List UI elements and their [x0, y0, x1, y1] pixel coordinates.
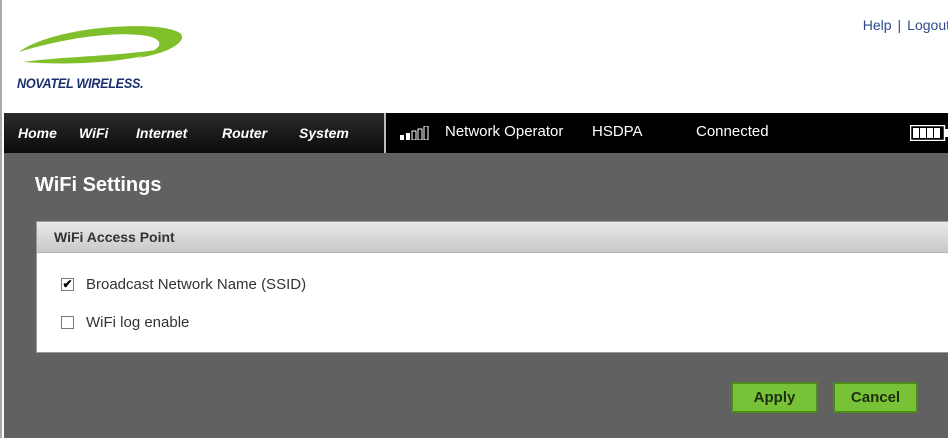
nav-home[interactable]: Home [18, 125, 57, 141]
header: NOVATEL WIRELESS. Help | Logout [4, 0, 948, 113]
wifi-log-checkbox[interactable] [61, 316, 74, 329]
content-area: WiFi Settings WiFi Access Point ✔ Broadc… [4, 153, 948, 438]
network-type: HSDPA [592, 123, 643, 140]
page-title: WiFi Settings [35, 174, 162, 196]
battery-icon [910, 125, 948, 141]
cancel-button[interactable]: Cancel [833, 382, 918, 413]
nav-bar: Home WiFi Internet Router System Network… [4, 113, 948, 153]
broadcast-ssid-label: Broadcast Network Name (SSID) [86, 276, 307, 293]
wifi-log-label: WiFi log enable [86, 314, 190, 331]
router-admin-window: NOVATEL WIRELESS. Help | Logout Home WiFi … [0, 0, 948, 438]
network-operator: Network Operator [445, 123, 564, 140]
nav-router[interactable]: Router [222, 125, 267, 141]
nav-system[interactable]: System [299, 125, 349, 141]
link-separator: | [897, 17, 902, 33]
logout-link[interactable]: Logout [907, 17, 948, 33]
panel-header: WiFi Access Point [37, 222, 948, 253]
panel-title: WiFi Access Point [54, 229, 175, 245]
wifi-access-point-panel: WiFi Access Point ✔ Broadcast Network Na… [36, 221, 948, 353]
broadcast-ssid-checkbox[interactable]: ✔ [61, 278, 74, 291]
novatel-logo: NOVATEL WIRELESS. [17, 20, 187, 100]
brand-name: NOVATEL WIRELESS. [17, 75, 144, 91]
top-links: Help | Logout [863, 17, 948, 33]
nav-internet[interactable]: Internet [136, 125, 187, 141]
signal-strength-icon [400, 126, 429, 140]
main-menu: Home WiFi Internet Router System [4, 113, 384, 153]
connection-status: Connected [696, 123, 769, 140]
help-link[interactable]: Help [863, 17, 892, 33]
swoosh-icon [19, 26, 183, 64]
apply-button[interactable]: Apply [731, 382, 818, 413]
nav-divider [384, 113, 386, 153]
nav-wifi[interactable]: WiFi [79, 125, 108, 141]
